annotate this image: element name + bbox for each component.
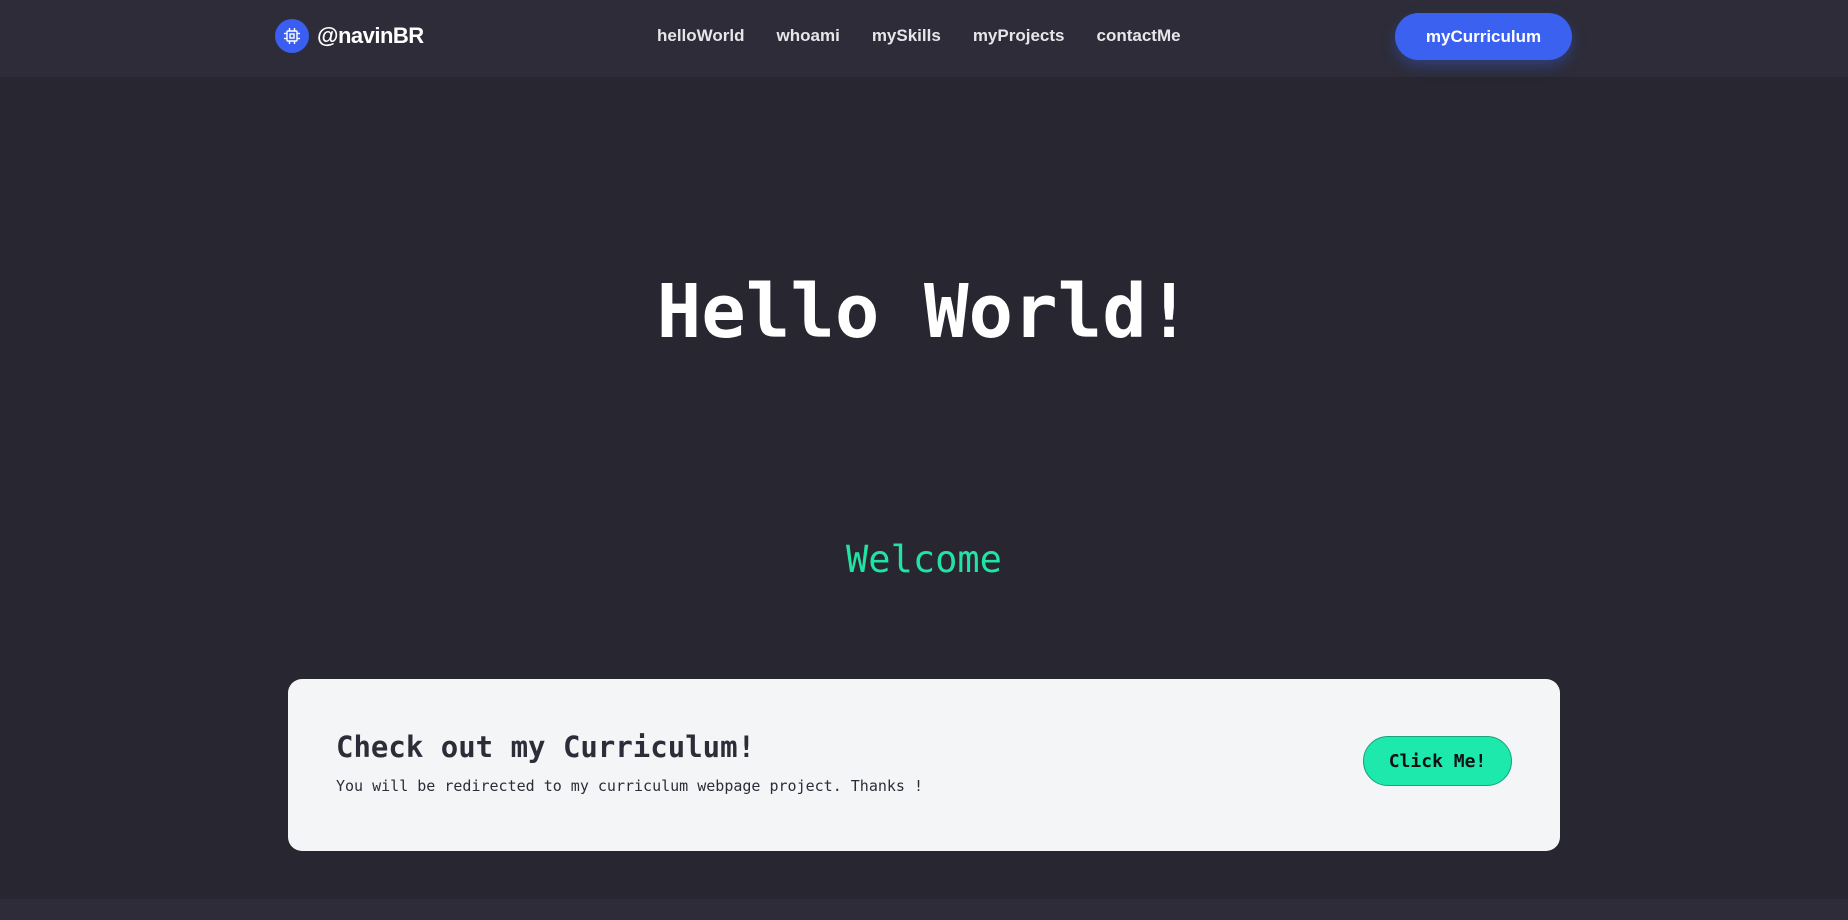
- cpu-chip-icon: [275, 19, 309, 53]
- click-me-button[interactable]: Click Me!: [1363, 736, 1512, 786]
- nav-link-helloworld[interactable]: helloWorld: [657, 24, 745, 48]
- curriculum-card-title: Check out my Curriculum!: [336, 730, 756, 764]
- curriculum-card: Check out my Curriculum! You will be red…: [288, 679, 1560, 851]
- top-navbar: @navinBR helloWorld whoami mySkills myPr…: [0, 0, 1848, 77]
- footer-strip: [0, 899, 1848, 920]
- hero-title: Hello World!: [656, 269, 1192, 355]
- nav-link-myprojects[interactable]: myProjects: [973, 24, 1065, 48]
- curriculum-card-text: You will be redirected to my curriculum …: [336, 777, 923, 795]
- nav-link-contactme[interactable]: contactMe: [1096, 24, 1180, 48]
- main-nav: helloWorld whoami mySkills myProjects co…: [657, 24, 1181, 48]
- nav-link-whoami[interactable]: whoami: [777, 24, 840, 48]
- my-curriculum-button[interactable]: myCurriculum: [1395, 13, 1572, 60]
- welcome-text: Welcome: [846, 538, 1002, 581]
- brand-name: @navinBR: [317, 23, 424, 48]
- nav-link-myskills[interactable]: mySkills: [872, 24, 941, 48]
- brand-link[interactable]: @navinBR: [275, 19, 424, 53]
